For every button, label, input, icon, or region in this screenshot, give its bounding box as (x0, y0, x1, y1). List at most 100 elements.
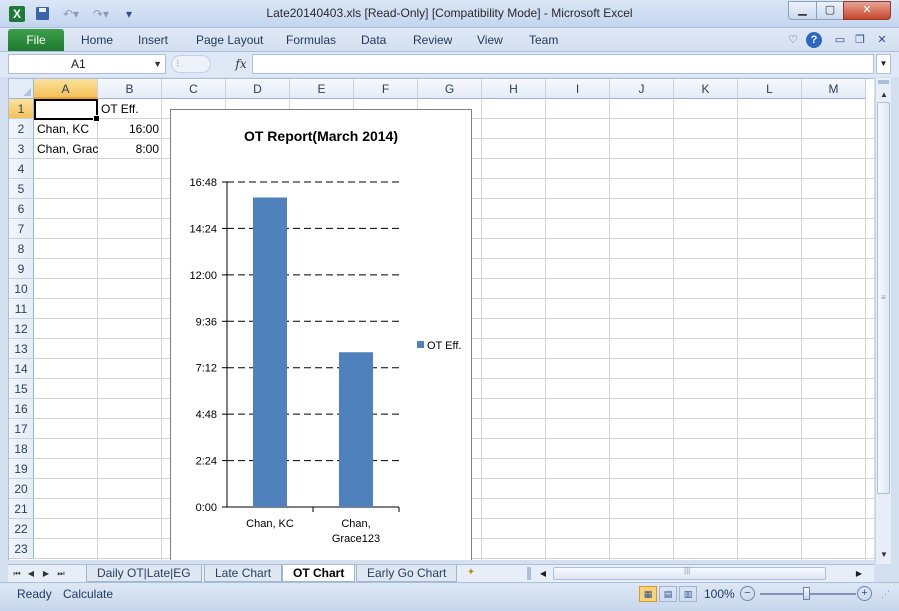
close-button[interactable]: ✕ (843, 1, 891, 20)
horizontal-scroll-thumb[interactable]: ||| (553, 566, 826, 580)
column-header-c[interactable]: C (162, 79, 226, 99)
tab-view[interactable]: View (477, 33, 503, 47)
zoom-in-icon[interactable]: + (857, 586, 872, 601)
formula-bar-grip[interactable]: ⁝ (171, 55, 211, 73)
cell-b1[interactable]: OT Eff. (98, 99, 162, 119)
next-sheet-icon[interactable]: ▶ (39, 565, 53, 582)
tab-team[interactable]: Team (529, 33, 558, 47)
maximize-button[interactable]: ▢ (816, 1, 844, 20)
row-header-9[interactable]: 9 (9, 259, 34, 279)
active-cell-selection[interactable] (34, 99, 100, 122)
column-header-a[interactable]: A (34, 79, 98, 99)
workbook-close-icon[interactable]: ✕ (874, 32, 890, 48)
tab-split-box[interactable] (527, 567, 531, 580)
row-header-3[interactable]: 3 (9, 139, 34, 159)
vertical-scrollbar[interactable]: ▲ ≡ ▼ (875, 78, 891, 564)
expand-formula-bar-icon[interactable]: ▼ (876, 54, 891, 74)
vertical-scroll-thumb[interactable]: ≡ (877, 102, 890, 494)
column-header-e[interactable]: E (290, 79, 354, 99)
column-header-i[interactable]: I (546, 79, 610, 99)
column-header-j[interactable]: J (610, 79, 674, 99)
row-header-14[interactable]: 14 (9, 359, 34, 379)
row-header-18[interactable]: 18 (9, 439, 34, 459)
row-header-4[interactable]: 4 (9, 159, 34, 179)
name-box[interactable]: A1 ▼ (8, 54, 166, 74)
select-all-button[interactable] (9, 79, 34, 99)
row-header-20[interactable]: 20 (9, 479, 34, 499)
row-header-23[interactable]: 23 (9, 539, 34, 559)
first-sheet-icon[interactable]: ⏮ (10, 565, 24, 582)
row-header-1[interactable]: 1 (9, 99, 34, 119)
row-header-19[interactable]: 19 (9, 459, 34, 479)
workbook-restore-icon[interactable]: ❐ (852, 32, 868, 48)
prev-sheet-icon[interactable]: ◀ (24, 565, 38, 582)
status-calculate[interactable]: Calculate (63, 587, 113, 601)
row-header-12[interactable]: 12 (9, 319, 34, 339)
file-tab[interactable]: File (8, 29, 64, 51)
insert-function-icon[interactable]: fx (232, 55, 250, 73)
minimize-ribbon-icon[interactable]: ♡ (785, 32, 801, 48)
sheet-tab-daily-ot[interactable]: Daily OT|Late|EG (86, 565, 202, 582)
last-sheet-icon[interactable]: ⏭ (54, 565, 68, 582)
title-bar: X ↶▾ ↷▾ ▾ Late20140403.xls [Read-Only] [… (0, 0, 899, 28)
zoom-out-icon[interactable]: − (740, 586, 755, 601)
tab-formulas[interactable]: Formulas (286, 33, 336, 47)
split-box[interactable] (878, 80, 889, 84)
row-header-8[interactable]: 8 (9, 239, 34, 259)
page-layout-view-icon[interactable]: ▤ (659, 586, 677, 602)
x-tick-label: Chan, KC (246, 518, 294, 530)
row-header-5[interactable]: 5 (9, 179, 34, 199)
row-header-11[interactable]: 11 (9, 299, 34, 319)
column-header-g[interactable]: G (418, 79, 482, 99)
column-header-m[interactable]: M (802, 79, 866, 99)
ot-chart[interactable]: OT Report(March 2014) 0:00 2:24 4:48 7:12 9:… (170, 109, 472, 560)
formula-input[interactable] (252, 54, 874, 74)
normal-view-icon[interactable]: ▦ (639, 586, 657, 602)
sheet-tab-early-go-chart[interactable]: Early Go Chart (356, 565, 458, 582)
row-header-16[interactable]: 16 (9, 399, 34, 419)
worksheet-grid[interactable]: ABCDEFGHIJKLM 1 2 3 4 5 6 7 8 9 10 11 12 13 14 15 16 17 1… (8, 78, 874, 560)
tab-home[interactable]: Home (81, 33, 113, 47)
sheet-tab-ot-chart[interactable]: OT Chart (282, 565, 356, 582)
cell-a2[interactable]: Chan, KC (34, 119, 98, 139)
scroll-right-icon[interactable]: ▶ (852, 565, 866, 582)
tab-review[interactable]: Review (413, 33, 452, 47)
column-header-h[interactable]: H (482, 79, 546, 99)
cell-b2[interactable]: 16:00 (98, 119, 162, 139)
row-header-7[interactable]: 7 (9, 219, 34, 239)
minimize-button[interactable]: ▁ (788, 1, 817, 20)
tab-insert[interactable]: Insert (138, 33, 168, 47)
workbook-minimize-icon[interactable]: ▭ (832, 32, 848, 48)
name-box-value: A1 (71, 57, 86, 71)
row-header-10[interactable]: 10 (9, 279, 34, 299)
scroll-up-icon[interactable]: ▲ (876, 88, 892, 102)
row-header-6[interactable]: 6 (9, 199, 34, 219)
cell-b3[interactable]: 8:00 (98, 139, 162, 159)
cell-a3[interactable]: Chan, Grace123 (34, 139, 98, 159)
insert-sheet-icon[interactable]: ✦ (463, 566, 479, 580)
row-header-22[interactable]: 22 (9, 519, 34, 539)
legend-label: OT Eff. (427, 340, 461, 352)
tab-data[interactable]: Data (361, 33, 386, 47)
column-header-d[interactable]: D (226, 79, 290, 99)
column-header-k[interactable]: K (674, 79, 738, 99)
zoom-slider-thumb[interactable] (803, 587, 810, 600)
column-header-l[interactable]: L (738, 79, 802, 99)
row-header-15[interactable]: 15 (9, 379, 34, 399)
row-header-2[interactable]: 2 (9, 119, 34, 139)
tab-page-layout[interactable]: Page Layout (196, 33, 263, 47)
row-header-13[interactable]: 13 (9, 339, 34, 359)
help-icon[interactable]: ? (806, 32, 822, 48)
page-break-view-icon[interactable]: ▥ (679, 586, 697, 602)
scroll-left-icon[interactable]: ◀ (536, 565, 550, 582)
column-header-f[interactable]: F (354, 79, 418, 99)
column-header-b[interactable]: B (98, 79, 162, 99)
zoom-level[interactable]: 100% (704, 587, 735, 601)
row-header-21[interactable]: 21 (9, 499, 34, 519)
sheet-tab-late-chart[interactable]: Late Chart (204, 565, 283, 582)
chevron-down-icon[interactable]: ▼ (153, 55, 162, 73)
scroll-down-icon[interactable]: ▼ (876, 548, 892, 562)
row-header-17[interactable]: 17 (9, 419, 34, 439)
y-tick-label: 4:48 (196, 409, 217, 421)
resize-grip-icon[interactable]: ⋰ (881, 589, 891, 601)
